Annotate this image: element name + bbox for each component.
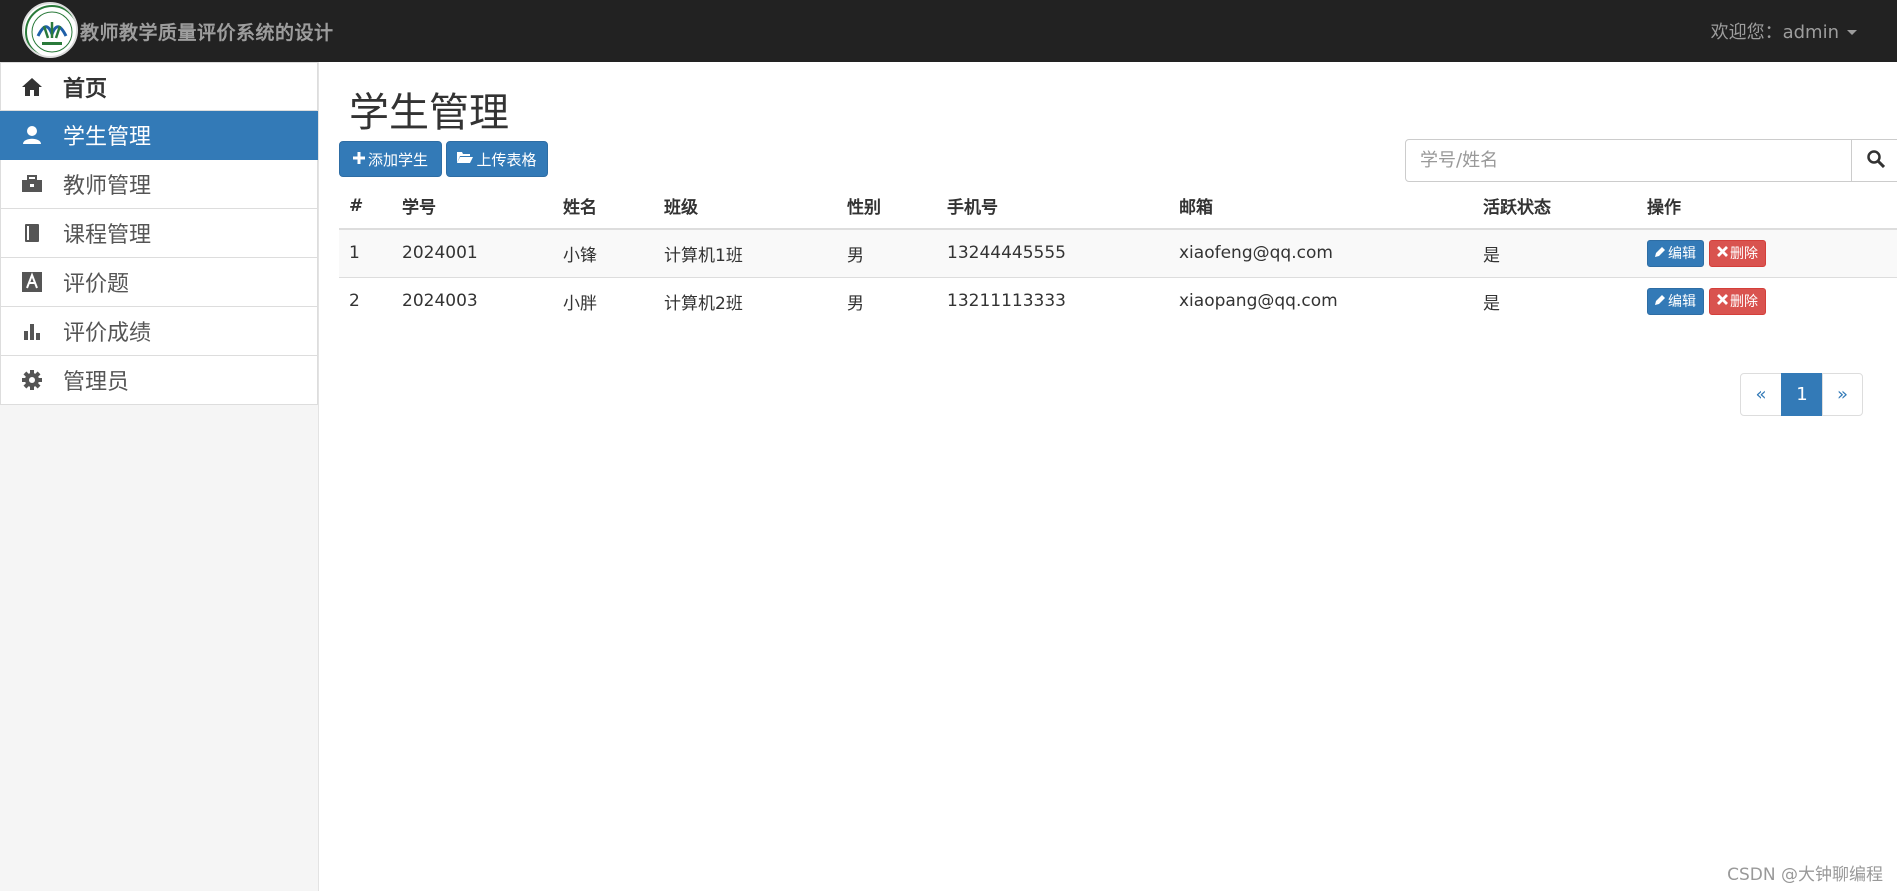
cell-name: 小胖 xyxy=(553,276,654,325)
cell-active: 是 xyxy=(1473,228,1637,277)
cell-gender: 男 xyxy=(837,276,937,325)
cell-class: 计算机2班 xyxy=(654,276,837,325)
cell-index: 1 xyxy=(339,228,392,277)
cell-email: xiaopang@qq.com xyxy=(1169,276,1473,325)
bar-chart-icon xyxy=(1,321,63,341)
column-header: 手机号 xyxy=(937,183,1169,230)
book-icon xyxy=(1,223,63,243)
cell-name: 小锋 xyxy=(553,228,654,277)
pagination-prev[interactable]: « xyxy=(1740,373,1782,416)
university-logo[interactable] xyxy=(22,2,78,58)
sidebar-item-teachers[interactable]: 教师管理 xyxy=(0,160,318,209)
delete-label: 删除 xyxy=(1730,246,1758,263)
students-table: # 学号 姓名 班级 性别 手机号 邮箱 活跃状态 操作 1 2024001 小… xyxy=(339,183,1897,325)
watermark: CSDN @大钟聊编程 xyxy=(1727,865,1883,885)
delete-label: 删除 xyxy=(1730,294,1758,311)
pagination-next[interactable]: » xyxy=(1822,373,1863,416)
column-header: 邮箱 xyxy=(1169,183,1473,230)
column-header: 班级 xyxy=(654,183,837,230)
sidebar-item-questions[interactable]: 评价题 xyxy=(0,258,318,307)
search-button[interactable] xyxy=(1851,139,1897,182)
column-header: 学号 xyxy=(392,183,553,230)
cell-index: 2 xyxy=(339,276,392,325)
cell-student-id: 2024001 xyxy=(392,228,553,277)
remove-icon xyxy=(1717,245,1728,261)
briefcase-icon xyxy=(1,175,63,193)
sidebar-item-label: 课程管理 xyxy=(63,223,152,248)
sidebar-item-scores[interactable]: 评价成绩 xyxy=(0,307,318,356)
top-navbar: 教师教学质量评价系统的设计 欢迎您：admin xyxy=(0,0,1897,62)
add-student-label: 添加学生 xyxy=(367,150,428,169)
sidebar-item-label: 评价成绩 xyxy=(63,321,152,346)
search-input[interactable] xyxy=(1405,139,1852,182)
user-dropdown[interactable]: 欢迎您：admin xyxy=(1711,18,1857,44)
cell-email: xiaofeng@qq.com xyxy=(1169,228,1473,277)
gear-icon xyxy=(1,370,63,390)
column-header: 姓名 xyxy=(553,183,654,230)
cell-phone: 13244445555 xyxy=(937,228,1169,277)
user-greeting: 欢迎您：admin xyxy=(1710,22,1839,43)
column-header: 操作 xyxy=(1637,183,1897,230)
table-row: 1 2024001 小锋 计算机1班 男 13244445555 xiaofen… xyxy=(339,228,1897,277)
plus-icon xyxy=(352,150,365,168)
table-header-row: # 学号 姓名 班级 性别 手机号 邮箱 活跃状态 操作 xyxy=(339,183,1897,230)
sidebar-item-students[interactable]: 学生管理 xyxy=(0,111,318,160)
sidebar-item-label: 首页 xyxy=(63,76,108,102)
sidebar-item-admin[interactable]: 管理员 xyxy=(0,356,318,405)
pencil-icon xyxy=(1655,293,1666,309)
app-title[interactable]: 教师教学质量评价系统的设计 xyxy=(80,18,334,45)
edit-button[interactable]: 编辑 xyxy=(1647,287,1704,315)
delete-button[interactable]: 删除 xyxy=(1709,287,1766,315)
cell-actions: 编辑 删除 xyxy=(1637,276,1897,325)
caret-down-icon xyxy=(1847,29,1857,35)
sidebar-item-courses[interactable]: 课程管理 xyxy=(0,209,318,258)
upload-sheet-label: 上传表格 xyxy=(476,150,537,169)
cell-class: 计算机1班 xyxy=(654,228,837,277)
remove-icon xyxy=(1717,293,1728,309)
column-header: 活跃状态 xyxy=(1473,183,1637,230)
search-icon xyxy=(1867,149,1886,172)
home-icon xyxy=(1,77,63,97)
font-icon xyxy=(1,272,63,292)
pencil-icon xyxy=(1655,245,1666,261)
sidebar: 首页 学生管理 教师管理 课程管理 评价题 评价成绩 管理员 xyxy=(0,62,319,891)
edit-label: 编辑 xyxy=(1668,294,1696,311)
cell-student-id: 2024003 xyxy=(392,276,553,325)
column-header: # xyxy=(339,183,392,230)
sidebar-item-label: 管理员 xyxy=(63,370,130,395)
delete-button[interactable]: 删除 xyxy=(1709,239,1766,267)
page-title: 学生管理 xyxy=(349,90,509,136)
sidebar-item-label: 教师管理 xyxy=(63,174,152,199)
cell-actions: 编辑 删除 xyxy=(1637,228,1897,277)
cell-active: 是 xyxy=(1473,276,1637,325)
pagination: « 1 » xyxy=(1740,373,1863,416)
edit-button[interactable]: 编辑 xyxy=(1647,239,1704,267)
table-row: 2 2024003 小胖 计算机2班 男 13211113333 xiaopan… xyxy=(339,276,1897,325)
pagination-page-current[interactable]: 1 xyxy=(1781,373,1823,416)
folder-open-icon xyxy=(457,150,474,168)
cell-phone: 13211113333 xyxy=(937,276,1169,325)
user-icon xyxy=(1,125,63,145)
cell-gender: 男 xyxy=(837,228,937,277)
edit-label: 编辑 xyxy=(1668,246,1696,263)
sidebar-item-home[interactable]: 首页 xyxy=(0,62,318,111)
column-header: 性别 xyxy=(837,183,937,230)
upload-sheet-button[interactable]: 上传表格 xyxy=(446,141,548,177)
add-student-button[interactable]: 添加学生 xyxy=(339,141,442,177)
sidebar-item-label: 学生管理 xyxy=(63,125,152,150)
sidebar-item-label: 评价题 xyxy=(63,272,130,297)
